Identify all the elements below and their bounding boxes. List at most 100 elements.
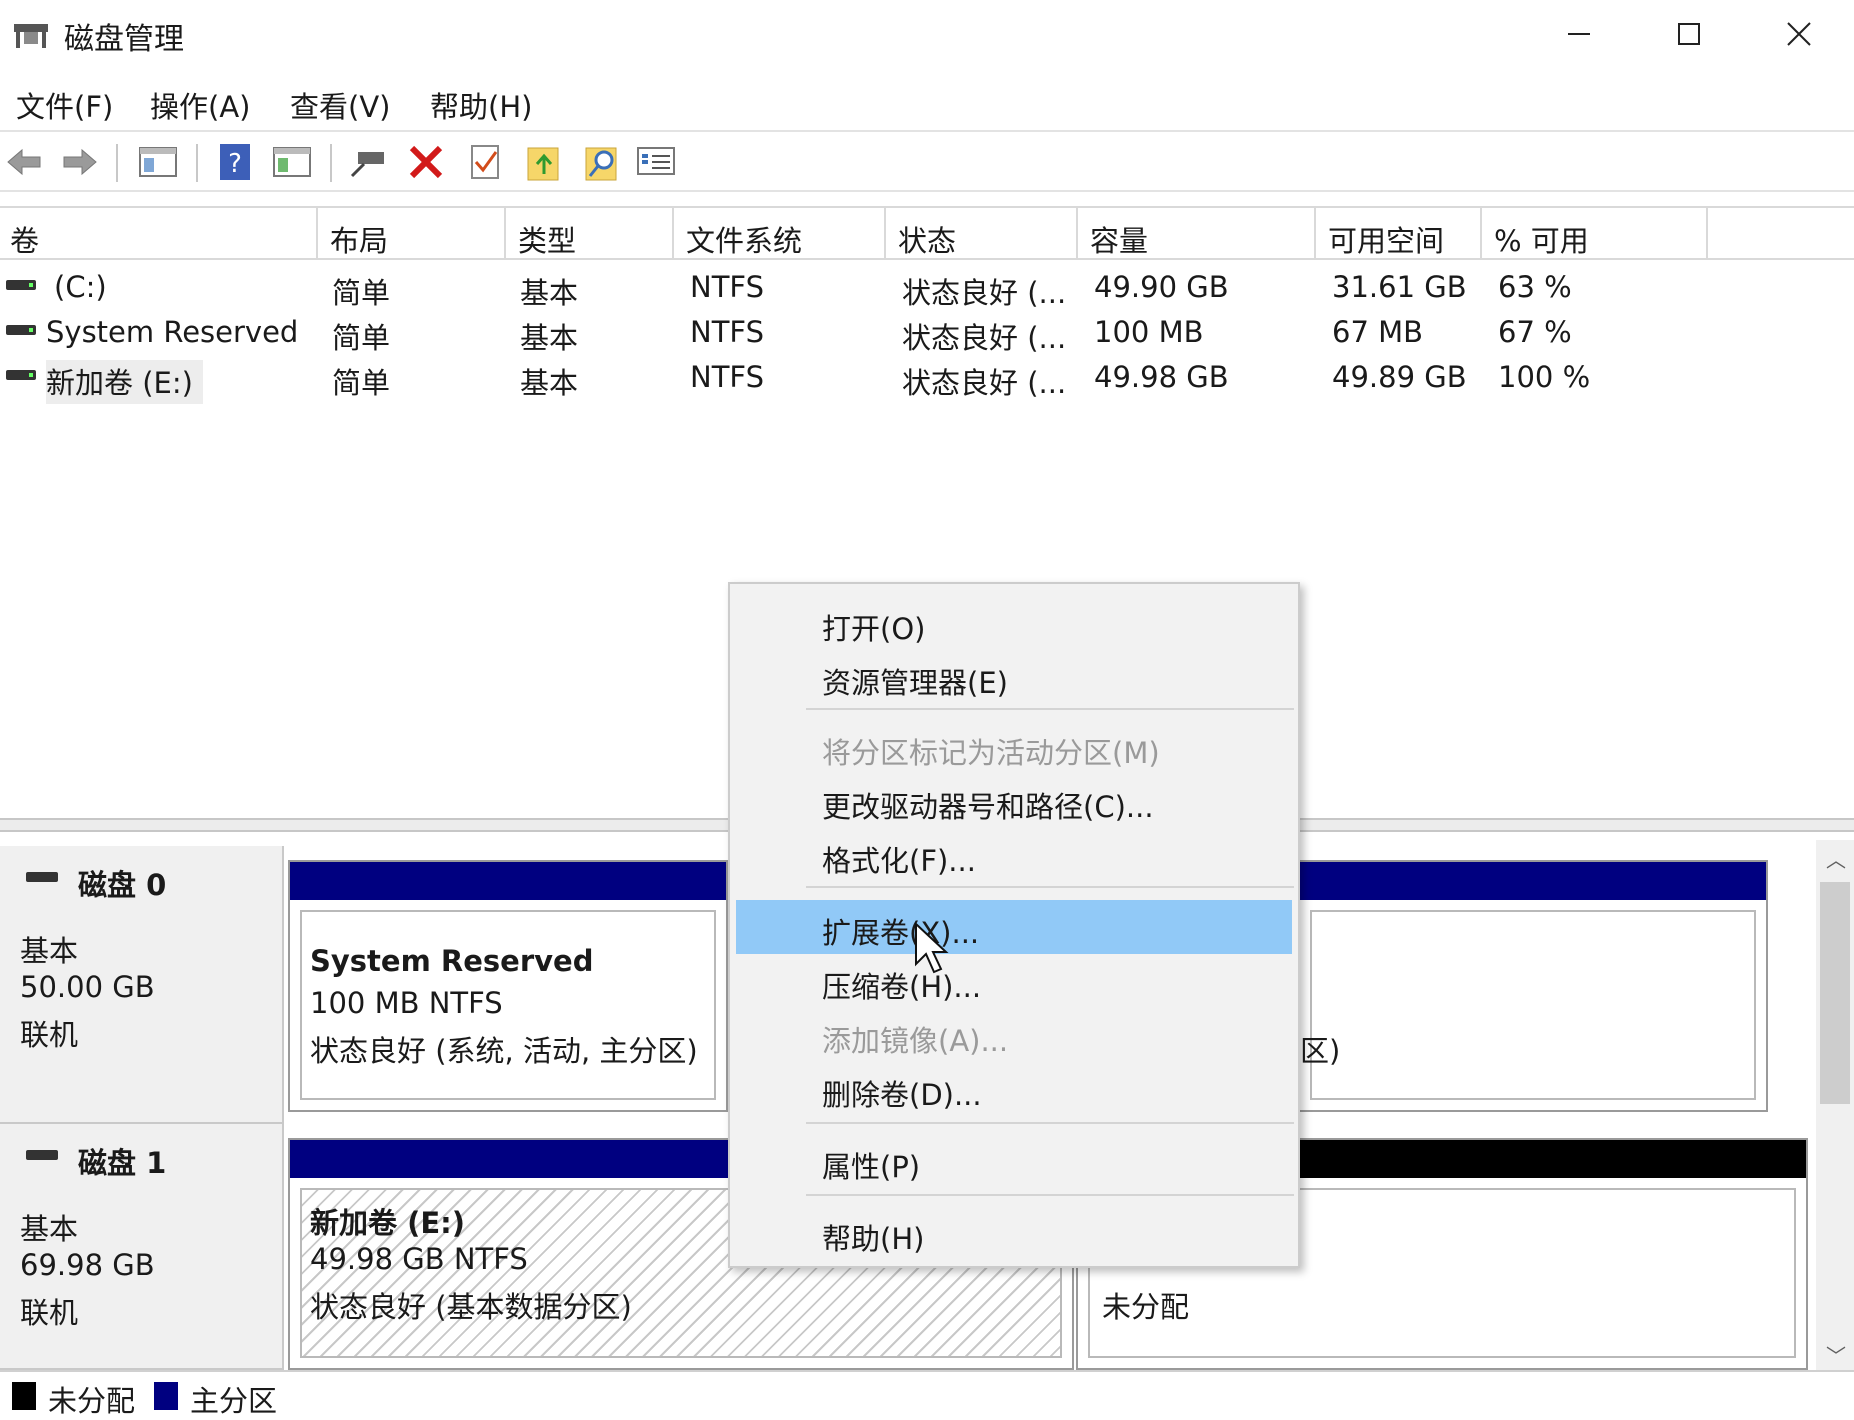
menu-item-label: 删除卷(D)... xyxy=(822,1078,982,1112)
checkmark-icon[interactable] xyxy=(466,142,506,182)
primary-partition-bar xyxy=(290,862,726,900)
partition-system-reserved[interactable]: System Reserved 100 MB NTFS 状态良好 (系统, 活动… xyxy=(288,860,728,1112)
window-title: 磁盘管理 xyxy=(64,22,184,57)
menu-item-shrink-volume[interactable]: 压缩卷(H)... xyxy=(736,954,1292,1008)
column-header-volume[interactable]: 卷 xyxy=(0,208,318,258)
menu-item-mark-active: 将分区标记为活动分区(M) xyxy=(736,720,1292,774)
menu-item-label: 更改驱动器号和路径(C)... xyxy=(822,790,1154,824)
menu-item-label: 添加镜像(A)... xyxy=(822,1024,1009,1058)
column-header-layout[interactable]: 布局 xyxy=(320,208,506,258)
menu-item-format[interactable]: 格式化(F)... xyxy=(736,828,1292,882)
toolbar-separator xyxy=(116,144,118,182)
scroll-up-icon[interactable]: ︿ xyxy=(1826,844,1846,873)
partition-detail: 100 MB NTFS xyxy=(310,986,503,1020)
delete-icon[interactable] xyxy=(406,142,446,182)
menu-item-open[interactable]: 打开(O) xyxy=(736,596,1292,650)
volume-name: System Reserved xyxy=(46,315,299,349)
drive-icon xyxy=(6,325,36,335)
menu-item-label: 属性(P) xyxy=(822,1150,921,1184)
volume-type: 基本 xyxy=(520,321,579,355)
column-header-free-space[interactable]: 可用空间 xyxy=(1318,208,1482,258)
show-hide-action-pane-icon[interactable] xyxy=(272,142,312,182)
menu-item-label: 扩展卷(X)... xyxy=(822,916,980,950)
menu-item-explorer[interactable]: 资源管理器(E) xyxy=(736,650,1292,704)
primary-partition-bar xyxy=(1300,862,1766,900)
legend-primary: 主分区 xyxy=(190,1384,278,1418)
menu-item-extend-volume[interactable]: 扩展卷(X)... xyxy=(736,900,1292,954)
partition-title: System Reserved xyxy=(310,944,594,978)
toolbar: ? xyxy=(0,130,1854,192)
menu-file[interactable]: 文件(F) xyxy=(16,84,113,126)
volume-row[interactable]: System Reserved 简单 基本 NTFS 状态良好 (... 100… xyxy=(0,311,1854,355)
volume-row[interactable]: (C:) 简单 基本 NTFS 状态良好 (... 49.90 GB 31.61… xyxy=(0,266,1854,310)
menu-item-properties[interactable]: 属性(P) xyxy=(736,1134,1292,1188)
menu-view[interactable]: 查看(V) xyxy=(290,84,390,126)
menu-item-add-mirror: 添加镜像(A)... xyxy=(736,1008,1292,1062)
unallocated-swatch xyxy=(12,1382,36,1410)
column-header-capacity[interactable]: 容量 xyxy=(1080,208,1316,258)
search-folder-icon[interactable] xyxy=(582,142,622,182)
primary-partition-swatch xyxy=(154,1382,178,1410)
column-header-status[interactable]: 状态 xyxy=(888,208,1078,258)
svg-text:?: ? xyxy=(228,149,242,179)
minimize-button[interactable] xyxy=(1524,0,1634,68)
volume-name: 新加卷 (E:) xyxy=(46,360,203,404)
partition-status: 状态良好 (基本数据分区) xyxy=(310,1290,632,1324)
legend-bar: 未分配 主分区 xyxy=(0,1370,1854,1420)
minimize-icon xyxy=(1568,33,1590,35)
help-icon[interactable]: ? xyxy=(216,142,256,182)
volume-filesystem: NTFS xyxy=(690,315,764,349)
scrollbar-thumb[interactable] xyxy=(1820,882,1850,1104)
title-bar: 磁盘管理 xyxy=(0,0,1854,68)
toolbar-separator xyxy=(196,144,198,182)
disk-name: 磁盘 1 xyxy=(78,1146,167,1180)
folder-up-icon[interactable] xyxy=(524,142,564,182)
back-arrow-icon[interactable] xyxy=(4,142,44,182)
menu-action[interactable]: 操作(A) xyxy=(150,84,250,126)
disk-management-app-icon xyxy=(14,24,48,48)
column-header-type[interactable]: 类型 xyxy=(508,208,674,258)
maximize-icon xyxy=(1678,23,1700,45)
menu-item-change-drive-letter[interactable]: 更改驱动器号和路径(C)... xyxy=(736,774,1292,828)
partition-title: 新加卷 (E:) xyxy=(310,1206,466,1240)
mouse-cursor-icon xyxy=(915,922,949,974)
menu-item-help[interactable]: 帮助(H) xyxy=(736,1206,1292,1260)
volume-name: (C:) xyxy=(54,270,107,304)
menu-bar: 文件(F) 操作(A) 查看(V) 帮助(H) xyxy=(0,76,1854,126)
volume-list-header: 卷 布局 类型 文件系统 状态 容量 可用空间 % 可用 xyxy=(0,208,1854,260)
connect-icon[interactable] xyxy=(348,142,388,182)
close-button[interactable] xyxy=(1744,0,1854,68)
volume-filesystem: NTFS xyxy=(690,360,764,394)
partition-status: 区) xyxy=(1300,1034,1341,1068)
show-hide-console-tree-icon[interactable] xyxy=(138,142,178,182)
maximize-button[interactable] xyxy=(1634,0,1744,68)
menu-separator xyxy=(806,886,1294,888)
drive-icon xyxy=(6,280,36,290)
volume-status: 状态良好 (... xyxy=(902,321,1067,355)
disk-0-label[interactable]: 磁盘 0 基本 50.00 GB 联机 xyxy=(0,846,284,1124)
volume-free-space: 49.89 GB xyxy=(1332,360,1467,394)
partition-status: 未分配 xyxy=(1102,1290,1190,1324)
menu-item-label: 帮助(H) xyxy=(822,1222,925,1256)
volume-capacity: 100 MB xyxy=(1094,315,1204,349)
volume-layout: 简单 xyxy=(332,366,391,400)
volume-layout: 简单 xyxy=(332,276,391,310)
volume-row-selected[interactable]: 新加卷 (E:) 简单 基本 NTFS 状态良好 (... 49.98 GB 4… xyxy=(0,356,1854,404)
menu-separator xyxy=(806,708,1294,710)
menu-item-delete-volume[interactable]: 删除卷(D)... xyxy=(736,1062,1292,1116)
column-header-percent-free[interactable]: % 可用 xyxy=(1484,208,1708,258)
forward-arrow-icon[interactable] xyxy=(60,142,100,182)
partition-c-drive[interactable]: 区) xyxy=(1298,860,1768,1112)
scroll-down-icon[interactable]: ﹀ xyxy=(1826,1340,1846,1369)
properties-list-icon[interactable] xyxy=(636,142,676,182)
disk-1-label[interactable]: 磁盘 1 基本 69.98 GB 联机 xyxy=(0,1124,284,1370)
disk-name: 磁盘 0 xyxy=(78,868,167,902)
column-header-filesystem[interactable]: 文件系统 xyxy=(676,208,886,258)
context-menu: 打开(O) 资源管理器(E) 将分区标记为活动分区(M) 更改驱动器号和路径(C… xyxy=(728,582,1300,1268)
volume-free-space: 67 MB xyxy=(1332,315,1424,349)
volume-filesystem: NTFS xyxy=(690,270,764,304)
legend-unallocated: 未分配 xyxy=(48,1384,136,1418)
vertical-scrollbar[interactable]: ︿ ﹀ xyxy=(1816,840,1854,1370)
volume-layout: 简单 xyxy=(332,321,391,355)
menu-help[interactable]: 帮助(H) xyxy=(430,84,532,126)
